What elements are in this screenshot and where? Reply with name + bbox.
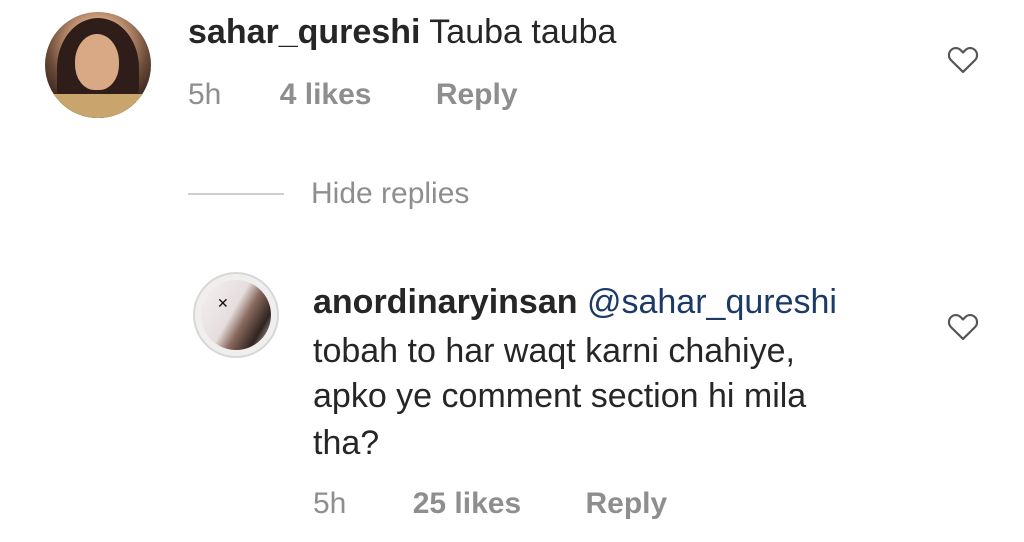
reply-meta: 5h 25 likes Reply [313,487,667,521]
reply-mention[interactable]: @sahar_qureshi [587,283,837,321]
reply-text-line: tobah to har waqt karni chahiye, [313,332,795,370]
comment-likes[interactable]: 4 likes [280,78,372,111]
comment-text: Tauba tauba [429,13,617,51]
comment-body: sahar_qureshi Tauba tauba [188,12,616,52]
avatar-shoulder [45,94,151,118]
avatar-face [75,34,119,90]
hide-replies-button[interactable]: Hide replies [311,177,469,211]
replies-divider [188,193,284,195]
heart-icon[interactable] [946,311,980,341]
reply-text-line: tha? [313,424,380,462]
reply-likes[interactable]: 25 likes [413,487,521,520]
avatar[interactable] [45,12,151,118]
comment-reply-button[interactable]: Reply [436,78,518,111]
reply-reply-button[interactable]: Reply [586,487,668,520]
reply-avatar-photo [201,280,271,350]
comment-meta: 5h 4 likes Reply [188,78,518,112]
heart-icon[interactable] [946,44,980,74]
comment-time: 5h [188,78,222,111]
comment-username[interactable]: sahar_qureshi [188,13,420,51]
reply-body-line-1: anordinaryinsan @sahar_qureshi [313,282,837,322]
reply-avatar[interactable]: ✕ [193,272,279,358]
sticker-icon: ✕ [217,296,229,312]
reply-text-line: apko ye comment section hi mila [313,377,807,415]
comment-thread: sahar_qureshi Tauba tauba 5h 4 likes Rep… [0,0,1024,542]
reply-time: 5h [313,487,347,520]
reply-username[interactable]: anordinaryinsan [313,283,578,321]
